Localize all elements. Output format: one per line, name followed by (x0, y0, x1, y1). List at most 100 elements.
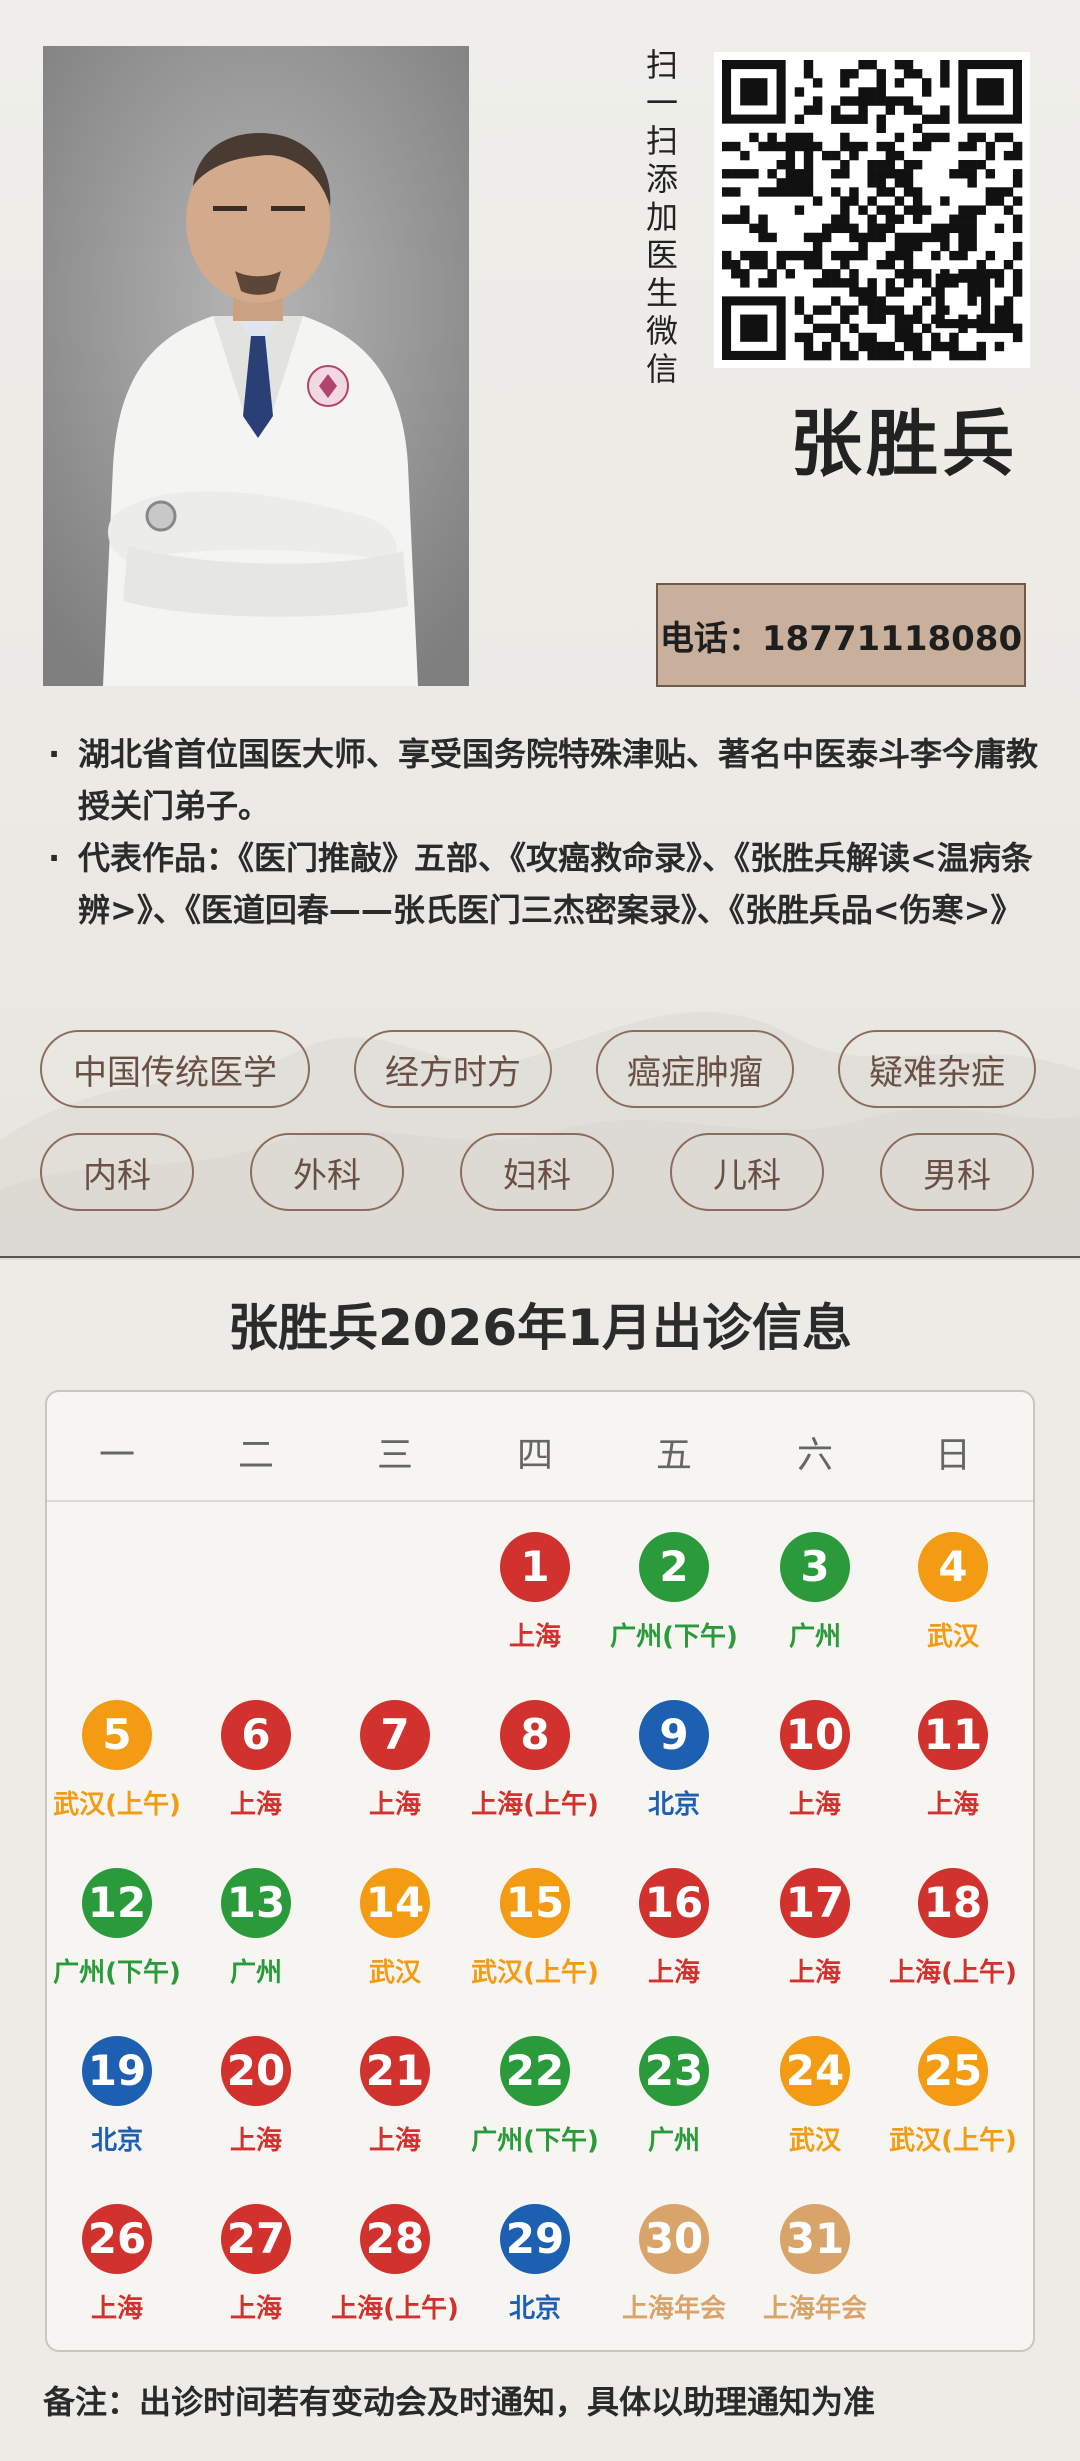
day-location: 广州 (647, 2126, 700, 2156)
day-number-badge: 21 (360, 2036, 430, 2106)
day-number-badge: 16 (639, 1868, 709, 1938)
phone-number[interactable]: 电话：18771118080 (656, 583, 1026, 687)
day-number-badge: 3 (780, 1532, 850, 1602)
weekday-label: 五 (655, 1435, 692, 1476)
day-location: 北京 (90, 2126, 143, 2156)
tag-surgery[interactable]: 外科 (250, 1133, 404, 1211)
weekday-label: 二 (237, 1435, 274, 1476)
wechat-qr-code[interactable] (714, 52, 1030, 368)
weekday-label: 四 (516, 1435, 553, 1476)
day-number-badge: 2 (639, 1532, 709, 1602)
calendar-day[interactable]: 17 上海 (745, 1868, 885, 1989)
day-location: 上海 (229, 1790, 282, 1820)
calendar-day[interactable]: 6 上海 (186, 1700, 326, 1821)
day-location: 广州 (788, 1622, 841, 1652)
day-location: 广州 (229, 1958, 282, 1988)
day-location: 广州(下午) (610, 1622, 738, 1652)
tag-andrology[interactable]: 男科 (880, 1133, 1034, 1211)
day-number-badge: 12 (82, 1868, 152, 1938)
calendar-day[interactable]: 10 上海 (745, 1700, 885, 1821)
day-location: 武汉 (368, 1958, 421, 1988)
day-number-badge: 22 (500, 2036, 570, 2106)
day-number-badge: 28 (360, 2204, 430, 2274)
calendar-day[interactable]: 25 武汉(上午) (883, 2036, 1023, 2157)
calendar-day[interactable]: 2 广州(下午) (604, 1532, 744, 1653)
day-number-badge: 23 (639, 2036, 709, 2106)
calendar-day[interactable]: 19 北京 (47, 2036, 187, 2157)
day-location: 武汉 (788, 2126, 841, 2156)
day-location: 北京 (508, 2294, 561, 2324)
calendar-day[interactable]: 11 上海 (883, 1700, 1023, 1821)
day-location: 上海 (90, 2294, 143, 2324)
day-location: 上海 (368, 1790, 421, 1820)
day-number-badge: 13 (221, 1868, 291, 1938)
day-number-badge: 8 (500, 1700, 570, 1770)
calendar-day[interactable]: 3 广州 (745, 1532, 885, 1653)
day-location: 北京 (647, 1790, 700, 1820)
calendar-day[interactable]: 20 上海 (186, 2036, 326, 2157)
calendar-day[interactable]: 31 上海年会 (745, 2204, 885, 2325)
day-number-badge: 20 (221, 2036, 291, 2106)
calendar-day[interactable]: 13 广州 (186, 1868, 326, 1989)
day-number-badge: 30 (639, 2204, 709, 2274)
calendar-day[interactable]: 12 广州(下午) (47, 1868, 187, 1989)
tag-chinese-medicine[interactable]: 中国传统医学 (40, 1030, 310, 1108)
day-number-badge: 26 (82, 2204, 152, 2274)
day-location: 上海(上午) (471, 1790, 599, 1820)
day-number-badge: 27 (221, 2204, 291, 2274)
doctor-intro: 湖北省首位国医大师、享受国务院特殊津贴、著名中医泰斗李今庸教授关门弟子。 代表作… (48, 728, 1038, 936)
calendar-day[interactable]: 5 武汉(上午) (47, 1700, 187, 1821)
day-number-badge: 24 (780, 2036, 850, 2106)
tag-internal-medicine[interactable]: 内科 (40, 1133, 194, 1211)
day-number-badge: 31 (780, 2204, 850, 2274)
calendar-day[interactable]: 15 武汉(上午) (465, 1868, 605, 1989)
calendar-day[interactable]: 26 上海 (47, 2204, 187, 2325)
doctor-photo (43, 46, 469, 686)
calendar-day[interactable]: 23 广州 (604, 2036, 744, 2157)
weekday-label: 三 (376, 1435, 413, 1476)
day-location: 上海(上午) (889, 1958, 1017, 1988)
day-number-badge: 25 (918, 2036, 988, 2106)
calendar-day[interactable]: 28 上海(上午) (325, 2204, 465, 2325)
day-location: 武汉 (926, 1622, 979, 1652)
day-location: 上海 (229, 2126, 282, 2156)
doctor-name: 张胜兵 (790, 401, 1019, 486)
calendar-day[interactable]: 22 广州(下午) (465, 2036, 605, 2157)
day-number-badge: 9 (639, 1700, 709, 1770)
tag-pediatrics[interactable]: 儿科 (670, 1133, 824, 1211)
day-location: 上海 (788, 1790, 841, 1820)
day-number-badge: 18 (918, 1868, 988, 1938)
intro-item: 湖北省首位国医大师、享受国务院特殊津贴、著名中医泰斗李今庸教授关门弟子。 (48, 728, 1038, 832)
calendar-day[interactable]: 1 上海 (465, 1532, 605, 1653)
department-tags: 内科 外科 妇科 儿科 男科 (40, 1133, 1034, 1211)
calendar-day[interactable]: 14 武汉 (325, 1868, 465, 1989)
tag-oncology[interactable]: 癌症肿瘤 (596, 1030, 794, 1108)
calendar-day[interactable]: 24 武汉 (745, 2036, 885, 2157)
day-location: 广州(下午) (53, 1958, 181, 1988)
calendar-day[interactable]: 30 上海年会 (604, 2204, 744, 2325)
calendar-day[interactable]: 18 上海(上午) (883, 1868, 1023, 1989)
day-number-badge: 11 (918, 1700, 988, 1770)
day-number-badge: 6 (221, 1700, 291, 1770)
calendar-day[interactable]: 16 上海 (604, 1868, 744, 1989)
calendar-day[interactable]: 29 北京 (465, 2204, 605, 2325)
day-location: 上海 (926, 1790, 979, 1820)
day-number-badge: 14 (360, 1868, 430, 1938)
weekday-label: 六 (796, 1435, 833, 1476)
day-number-badge: 15 (500, 1868, 570, 1938)
day-location: 广州(下午) (471, 2126, 599, 2156)
calendar-day[interactable]: 7 上海 (325, 1700, 465, 1821)
day-number-badge: 1 (500, 1532, 570, 1602)
tag-classic-formulas[interactable]: 经方时方 (354, 1030, 552, 1108)
day-location: 上海 (788, 1958, 841, 1988)
tag-gynecology[interactable]: 妇科 (460, 1133, 614, 1211)
specialty-tags: 中国传统医学 经方时方 癌症肿瘤 疑难杂症 (40, 1030, 1036, 1108)
calendar-day[interactable]: 8 上海(上午) (465, 1700, 605, 1821)
day-location: 上海(上午) (331, 2294, 459, 2324)
calendar-day[interactable]: 21 上海 (325, 2036, 465, 2157)
calendar-day[interactable]: 4 武汉 (883, 1532, 1023, 1653)
day-location: 上海年会 (621, 2294, 726, 2324)
tag-difficult-diseases[interactable]: 疑难杂症 (838, 1030, 1036, 1108)
calendar-day[interactable]: 27 上海 (186, 2204, 326, 2325)
calendar-day[interactable]: 9 北京 (604, 1700, 744, 1821)
